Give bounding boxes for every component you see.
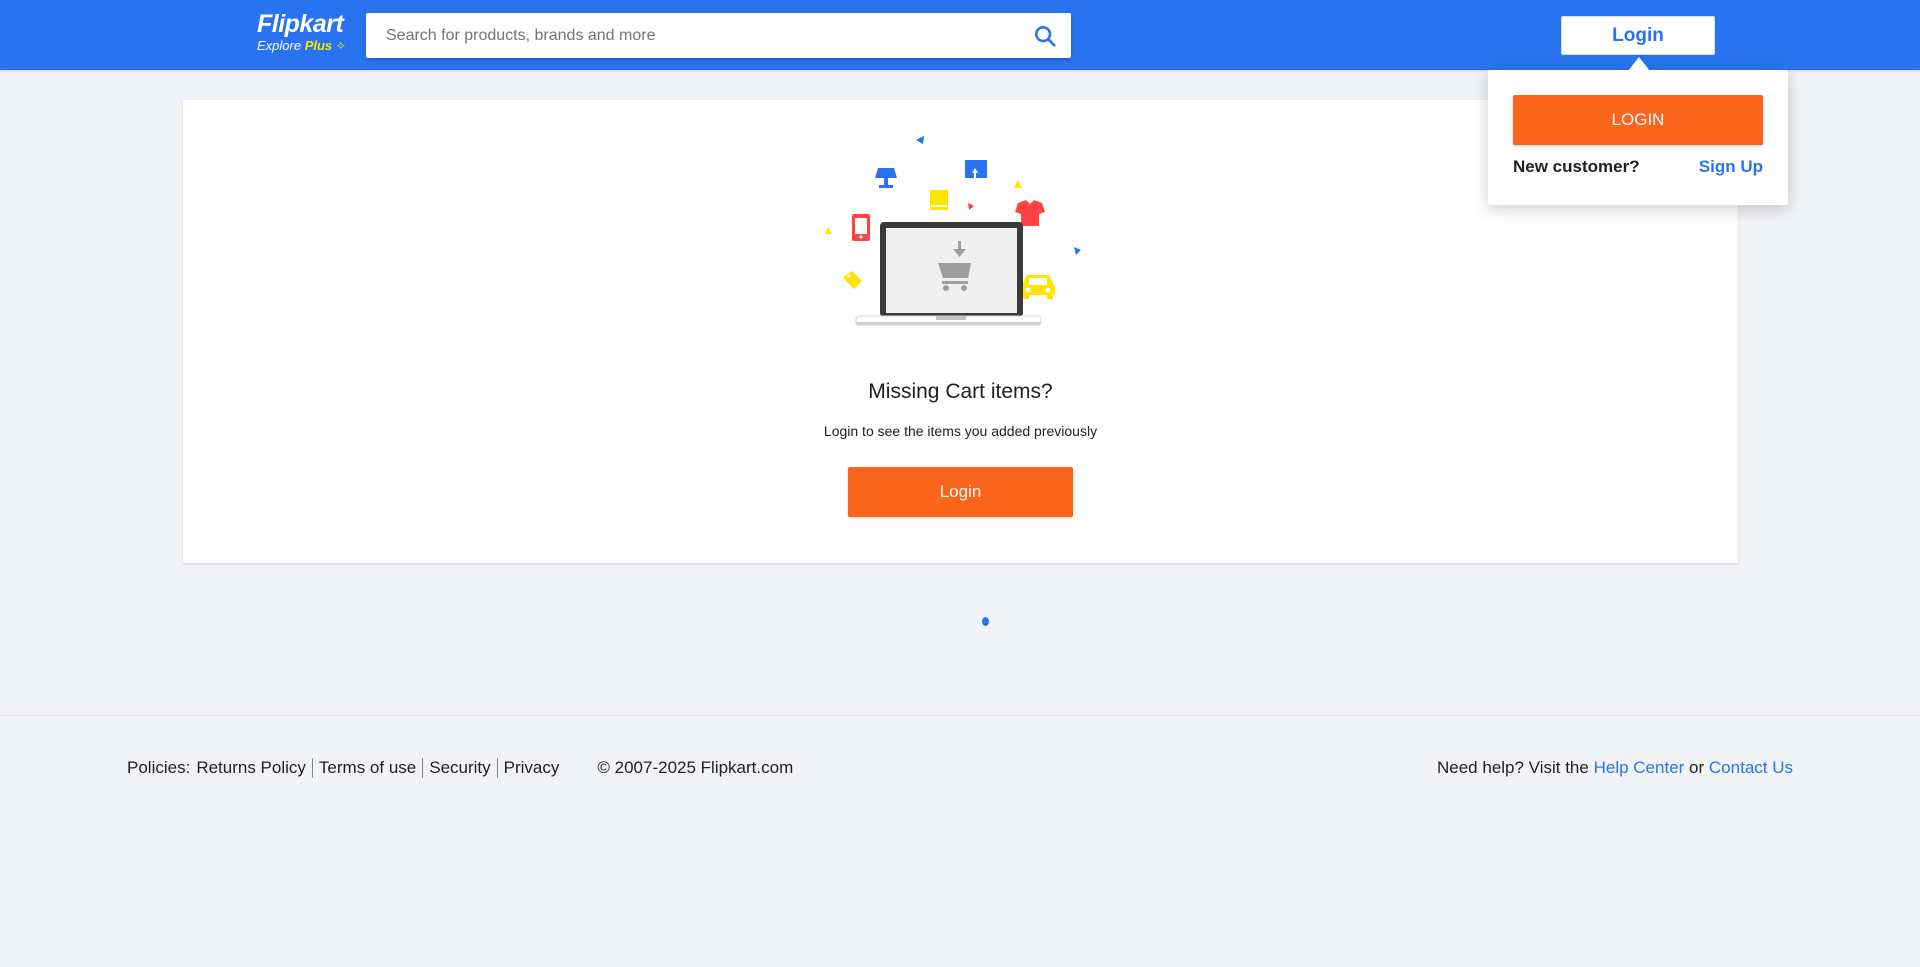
phone-icon xyxy=(852,214,870,241)
triangle-icon-red xyxy=(968,203,974,210)
laptop-cart-illustration xyxy=(825,136,1081,326)
triangle-icon-yellow-2 xyxy=(825,227,832,234)
logo-tagline: Explore Plus ✧ xyxy=(257,38,353,54)
car-icon xyxy=(1021,275,1055,299)
tag-icon xyxy=(844,271,862,289)
security-link[interactable]: Security xyxy=(423,758,496,778)
dropdown-login-button[interactable]: LOGIN xyxy=(1513,95,1763,145)
terms-of-use-link[interactable]: Terms of use xyxy=(313,758,422,778)
lamp-icon xyxy=(875,168,897,188)
help-prefix: Need help? Visit the xyxy=(1437,758,1589,777)
triangle-icon xyxy=(916,136,924,144)
cart-login-button[interactable]: Login xyxy=(848,467,1073,517)
contact-us-link[interactable]: Contact Us xyxy=(1709,758,1793,777)
signup-link[interactable]: Sign Up xyxy=(1699,157,1763,177)
dropdown-arrow xyxy=(1628,57,1650,71)
logo-explore: Explore xyxy=(257,38,302,53)
header-login-button[interactable]: Login xyxy=(1561,16,1715,55)
policies-label: Policies: xyxy=(127,758,191,777)
plus-star-icon: ✧ xyxy=(335,39,346,53)
empty-cart-subtitle: Login to see the items you added previou… xyxy=(823,423,1098,439)
search-bar xyxy=(366,13,1071,58)
logo-text: Flipkart xyxy=(257,10,344,38)
returns-policy-link[interactable]: Returns Policy xyxy=(190,758,312,778)
search-button[interactable] xyxy=(1029,20,1061,52)
search-input[interactable] xyxy=(366,13,1006,58)
frame-icon xyxy=(965,160,987,178)
triangle-icon-yellow xyxy=(1014,180,1022,188)
empty-cart-title: Missing Cart items? xyxy=(868,380,1053,403)
footer-help: Need help? Visit the Help Center or Cont… xyxy=(1437,758,1793,778)
copyright-text: © 2007-2025 Flipkart.com xyxy=(597,758,794,777)
help-or: or xyxy=(1689,758,1705,777)
loader-dot xyxy=(982,617,989,626)
logo-plus: Plus xyxy=(304,38,333,53)
new-customer-label: New customer? xyxy=(1513,157,1640,176)
help-center-link[interactable]: Help Center xyxy=(1594,758,1685,777)
search-icon xyxy=(1035,26,1056,47)
book-icon xyxy=(930,190,948,210)
login-dropdown: LOGIN New customer? Sign Up xyxy=(1488,70,1788,205)
footer-policies: Policies: Returns Policy Terms of use Se… xyxy=(127,758,793,778)
footer: Policies: Returns Policy Terms of use Se… xyxy=(0,715,1920,967)
privacy-link[interactable]: Privacy xyxy=(498,758,566,778)
triangle-icon-blue xyxy=(1074,247,1081,255)
flipkart-logo[interactable]: Flipkart Explore Plus ✧ xyxy=(257,12,353,56)
